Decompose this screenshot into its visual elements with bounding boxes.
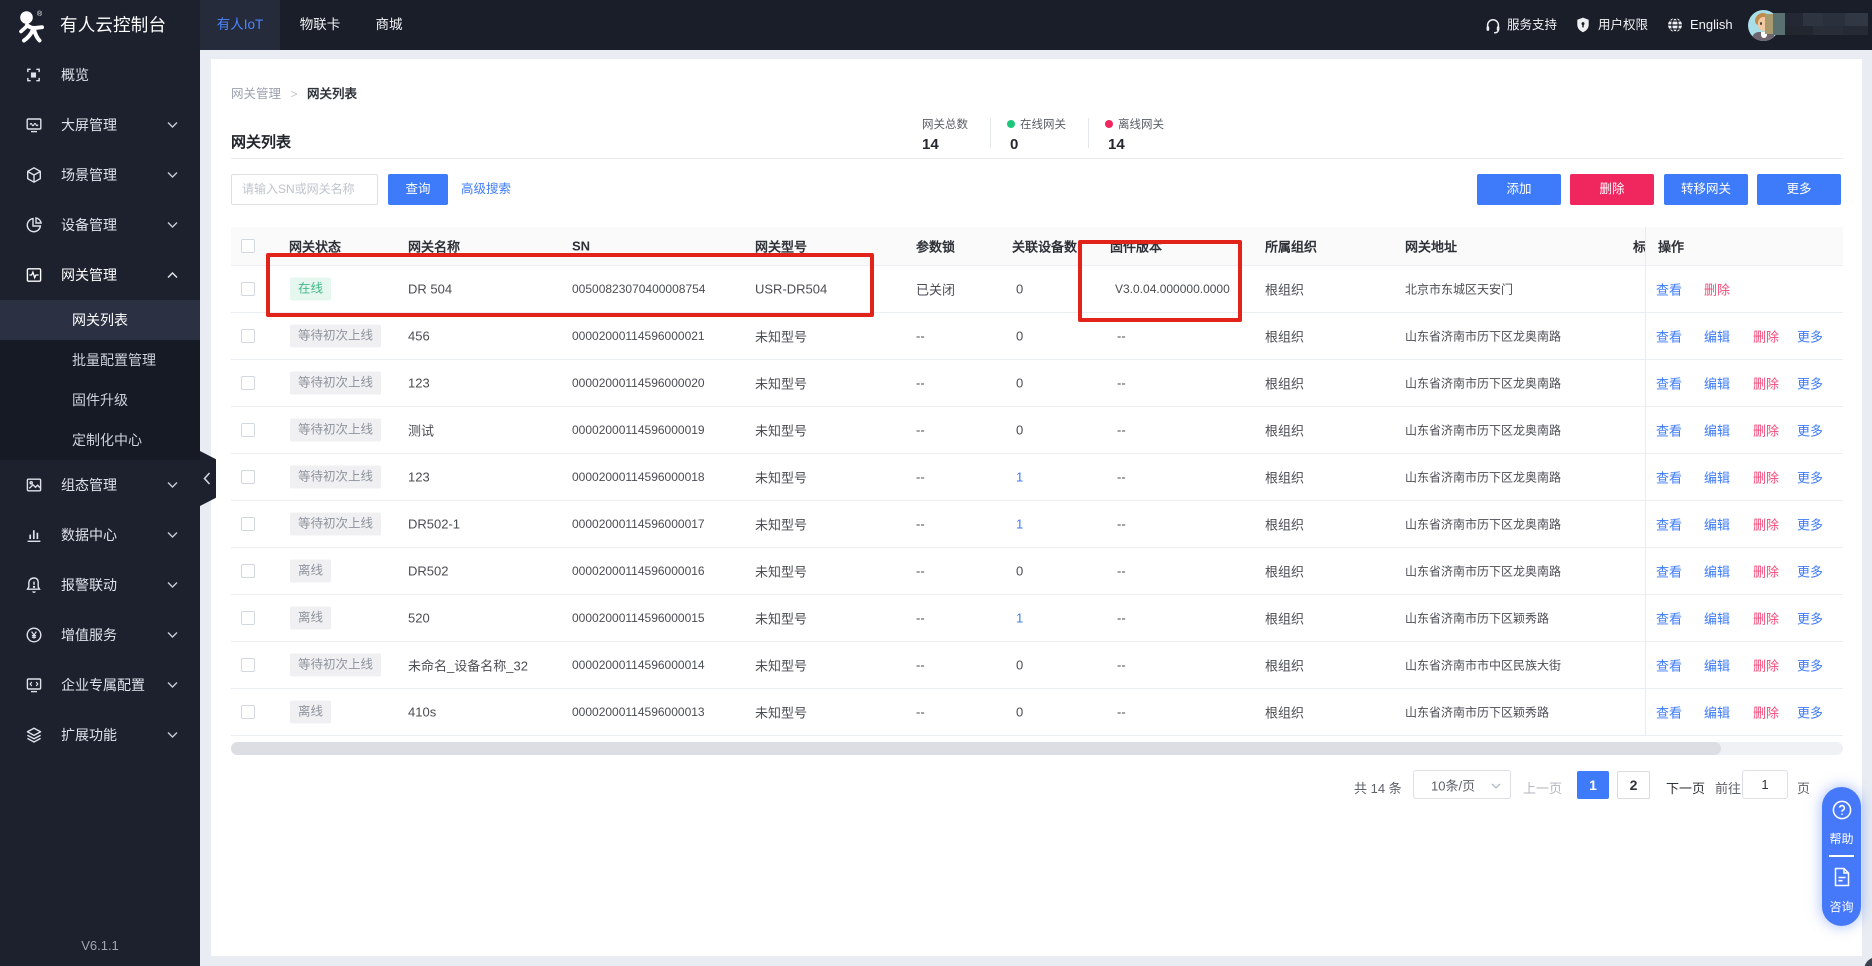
svg-text:®: ® — [37, 10, 43, 18]
